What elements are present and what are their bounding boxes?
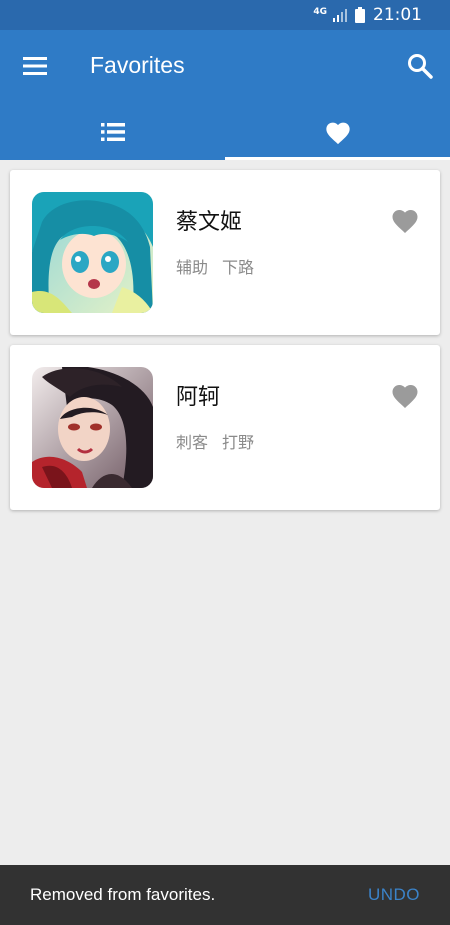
list-icon: [100, 123, 125, 141]
snackbar-message: Removed from favorites.: [30, 885, 216, 904]
snackbar: Removed from favorites. UNDO: [0, 865, 450, 925]
hero-lane-tag: 打野: [222, 433, 255, 452]
network-type: 4G: [313, 7, 327, 17]
signal-icon: [333, 9, 347, 22]
tab-list[interactable]: [0, 104, 225, 160]
tab-favorites[interactable]: [225, 104, 450, 160]
tab-bar: [0, 104, 450, 160]
hero-lane-tag: 下路: [222, 258, 255, 277]
favorite-button[interactable]: [390, 381, 420, 409]
hero-name: 阿轲: [176, 385, 221, 410]
app-bar: Favorites: [0, 30, 450, 104]
hero-tags: 刺客 打野: [176, 429, 254, 453]
status-time: 21:01: [373, 5, 422, 25]
hero-portrait: [32, 192, 153, 313]
undo-button[interactable]: UNDO: [368, 885, 420, 905]
heart-icon: [392, 210, 418, 233]
heart-icon: [325, 122, 350, 145]
favorite-button[interactable]: [390, 206, 420, 234]
search-button[interactable]: [406, 52, 434, 80]
hero-role-tag: 刺客: [176, 433, 209, 452]
search-icon: [408, 54, 433, 79]
hamburger-menu-icon: [23, 57, 47, 75]
page-title: Favorites: [90, 52, 185, 78]
heart-icon: [392, 385, 418, 408]
hero-name: 蔡文姬: [176, 210, 243, 235]
battery-icon: [355, 7, 365, 23]
menu-button[interactable]: [22, 54, 48, 78]
hero-tags: 辅助 下路: [176, 254, 254, 278]
hero-portrait: [32, 367, 153, 488]
status-bar: 4G 21:01: [0, 0, 450, 30]
list-item[interactable]: 阿轲 刺客 打野: [10, 345, 440, 510]
list-item[interactable]: 蔡文姬 辅助 下路: [10, 170, 440, 335]
hero-role-tag: 辅助: [176, 258, 209, 277]
